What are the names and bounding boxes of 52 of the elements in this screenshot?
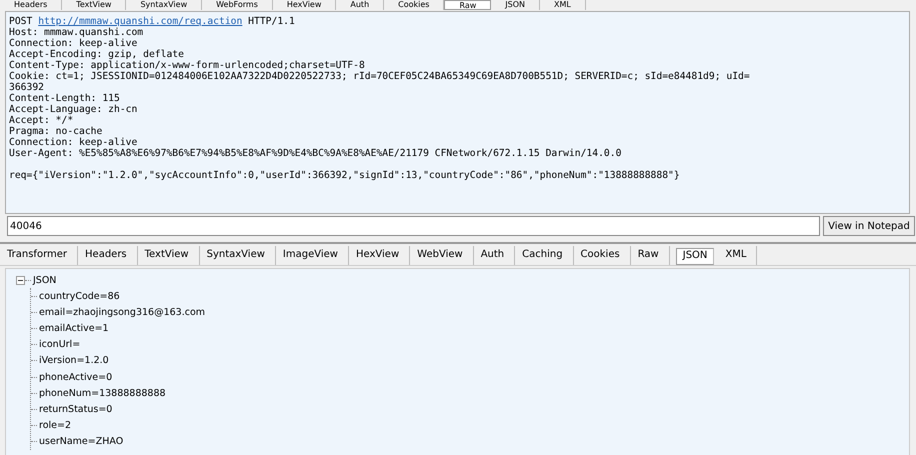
tab[interactable]: SyntaxView	[126, 0, 202, 10]
tree-node[interactable]: role=2	[39, 420, 71, 432]
tab[interactable]: TextView	[62, 0, 126, 10]
input-field[interactable]: 40046	[7, 216, 820, 236]
header-line: Connection: keep-alive	[9, 38, 138, 49]
tab[interactable]: JSON	[491, 0, 540, 10]
header-line: Accept-Encoding: gzip, deflate	[9, 49, 185, 60]
tab[interactable]: Cookies	[574, 246, 631, 265]
tab[interactable]: JSON	[676, 248, 714, 265]
tab[interactable]: Auth	[336, 0, 384, 10]
tab[interactable]: ImageView	[276, 246, 349, 265]
header-line: Connection: keep-alive	[9, 137, 138, 148]
tab[interactable]: Auth	[474, 246, 516, 265]
header-line: Cookie: ct=1; JSESSIONID=012484006E102AA7322D4D0220522733; rId=70CEF05C24BA65349C69EA8D700B551D; SERVERID=c; sId=e84481d9; uId=	[9, 71, 751, 82]
tree-node[interactable]: iVersion=1.2.0	[39, 355, 109, 366]
url-link[interactable]: http://mmmaw.quanshi.com/req.action	[38, 16, 242, 27]
tab[interactable]: XML	[718, 246, 758, 265]
tab[interactable]: Headers	[0, 0, 62, 10]
tab[interactable]: HexView	[348, 246, 410, 265]
tree-node[interactable]: iconUrl=	[39, 339, 80, 350]
tab[interactable]: WebView	[410, 246, 474, 265]
tab[interactable]: Transformer	[0, 246, 78, 265]
tree-node[interactable]: email=zhaojingsong316@163.com	[39, 306, 206, 318]
tree-node[interactable]: returnStatus=0	[39, 404, 112, 415]
tree-node[interactable]: emailActive=1	[39, 322, 109, 334]
header-line: Host: mmmaw.quanshi.com	[9, 27, 144, 38]
tree-node[interactable]: countryCode=86	[39, 290, 120, 302]
tab[interactable]: HexView	[272, 0, 336, 10]
header-line: Content-Length: 115	[9, 93, 121, 104]
tree-node[interactable]: phoneActive=0	[39, 372, 112, 383]
tab[interactable]: Caching	[515, 246, 574, 265]
tab[interactable]: Headers	[78, 246, 138, 265]
header-line: Accept-Language: zh-cn	[9, 104, 138, 115]
header-line: Content-Type: application/x-www-form-urlencoded;charset=UTF-8	[9, 60, 366, 71]
tree-node[interactable]: JSON	[33, 275, 56, 286]
tab[interactable]: WebForms	[202, 0, 273, 10]
tab[interactable]: Raw	[630, 246, 670, 265]
tab[interactable]: Raw	[444, 0, 492, 10]
tab[interactable]: SyntaxView	[200, 246, 276, 265]
request-method: POST	[9, 16, 32, 27]
tab[interactable]: TextView	[138, 246, 200, 265]
tab[interactable]: XML	[540, 0, 586, 10]
header-line: User-Agent: %E5%85%A8%E6%97%B6%E7%94%B5%E8%AF%9D%E4%BC%9A%E8%AE%AE/21179 CFNetwork/672.1.15 Darwin/14.0.0	[9, 148, 622, 159]
header-line: Accept: */*	[9, 115, 74, 126]
collapse-icon[interactable]	[16, 276, 25, 285]
tree-node[interactable]: phoneNum=13888888888	[39, 388, 166, 399]
header-line: 366392	[9, 82, 45, 93]
request-body: req={"iVersion":"1.2.0","sycAccountInfo":0,"userId":366392,"signId":13,"countryCode":"86","phoneNum":"13888888888"}	[9, 170, 681, 181]
tree-node[interactable]: userName=ZHAO	[39, 436, 124, 448]
header-line: Pragma: no-cache	[9, 126, 104, 137]
view-in-notepad-button[interactable]: View in Notepad	[823, 216, 915, 236]
http-version: HTTP/1.1	[248, 16, 295, 27]
